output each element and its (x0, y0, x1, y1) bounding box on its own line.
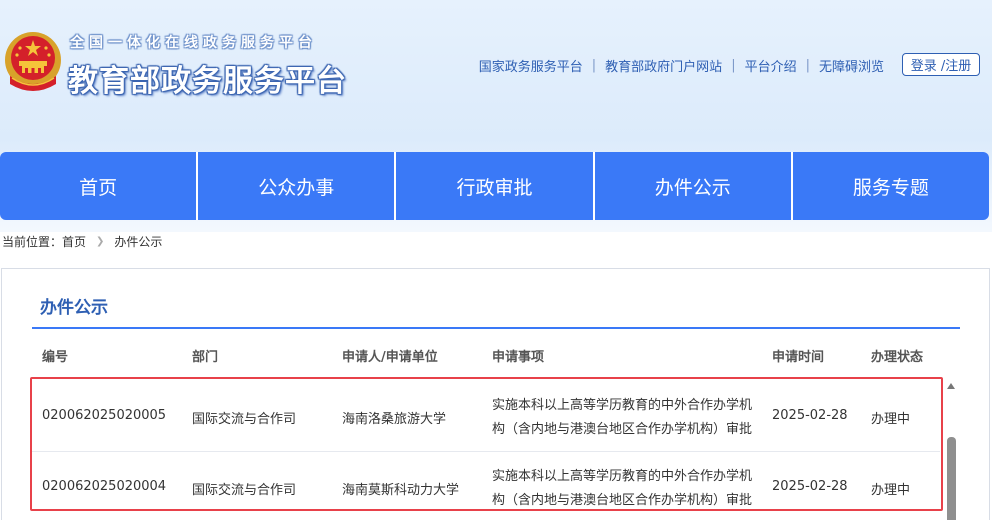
breadcrumb-prefix: 当前位置： (2, 235, 63, 249)
panel-title: 办件公示 (40, 298, 108, 318)
column-header-item: 申请事项 (492, 350, 545, 365)
nav-item-public-affairs[interactable]: 公众办事 (198, 152, 397, 220)
breadcrumb: 当前位置： 首页 ❯ 办件公示 (2, 233, 162, 250)
row-date: 2025-02-28 (772, 479, 848, 494)
top-links: 国家政务服务平台 | 教育部政府门户网站 | 平台介绍 | 无障碍浏览 (479, 56, 884, 75)
row-status: 办理中 (871, 412, 911, 427)
row-item[interactable]: 实施本科以上高等学历教育的中外合作办学机构（含内地与港澳台地区合作办学机构）审批 (492, 394, 758, 442)
platform-subtitle: 全国一体化在线政务服务平台 (70, 35, 317, 51)
column-header-status: 办理状态 (871, 350, 924, 365)
row-status: 办理中 (871, 483, 911, 498)
panel-title-underline (32, 327, 960, 329)
scrollbar-thumb[interactable] (947, 437, 956, 520)
link-separator: | (591, 58, 597, 73)
national-emblem-icon (5, 32, 61, 91)
row-applicant: 海南莫斯科动力大学 (342, 483, 460, 498)
row-item[interactable]: 实施本科以上高等学历教育的中外合作办学机构（含内地与港澳台地区合作办学机构）审批 (492, 465, 758, 513)
row-dept: 国际交流与合作司 (192, 412, 297, 427)
platform-title: 教育部政务服务平台 (68, 64, 347, 99)
row-applicant: 海南洛桑旅游大学 (342, 412, 447, 427)
link-platform-intro[interactable]: 平台介绍 (745, 56, 797, 75)
login-register-button[interactable]: 登录 /注册 (902, 53, 980, 76)
table-row[interactable]: 020062025020005 国际交流与合作司 海南洛桑旅游大学 实施本科以上… (32, 380, 940, 452)
row-id: 020062025020005 (42, 408, 167, 423)
main-nav: 首页 公众办事 行政审批 办件公示 服务专题 (0, 152, 989, 220)
link-separator: | (805, 58, 810, 73)
table-row[interactable]: 020062025020004 国际交流与合作司 海南莫斯科动力大学 实施本科以… (32, 451, 940, 520)
nav-item-service-topics[interactable]: 服务专题 (793, 152, 989, 220)
link-national-platform[interactable]: 国家政务服务平台 (479, 56, 583, 75)
row-dept: 国际交流与合作司 (192, 483, 297, 498)
row-date: 2025-02-28 (772, 408, 848, 423)
column-header-dept: 部门 (192, 350, 219, 365)
breadcrumb-home[interactable]: 首页 (62, 233, 86, 250)
column-header-date: 申请时间 (772, 350, 825, 365)
column-header-applicant: 申请人/申请单位 (342, 350, 438, 365)
nav-item-admin-approval[interactable]: 行政审批 (396, 152, 595, 220)
nav-item-home[interactable]: 首页 (0, 152, 199, 220)
link-separator: | (731, 58, 736, 73)
nav-item-case-publicity[interactable]: 办件公示 (595, 152, 793, 220)
column-header-id: 编号 (42, 350, 69, 365)
breadcrumb-current: 办件公示 (114, 235, 163, 249)
scroll-up-arrow-icon[interactable] (947, 383, 955, 389)
link-accessibility[interactable]: 无障碍浏览 (819, 56, 884, 75)
chevron-right-icon: ❯ (96, 236, 105, 247)
link-ministry-portal[interactable]: 教育部政府门户网站 (605, 56, 722, 75)
row-id: 020062025020004 (42, 479, 167, 494)
